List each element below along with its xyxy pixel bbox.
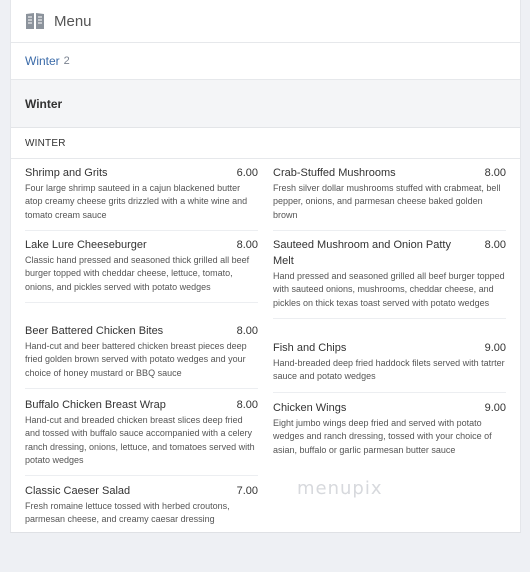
menu-item-price: 8.00 bbox=[484, 239, 506, 251]
book-icon bbox=[26, 13, 44, 29]
menu-item-description: Eight jumbo wings deep fried and served … bbox=[273, 418, 492, 455]
menu-item: Chicken Wings 9.00 Eight jumbo wings dee… bbox=[273, 400, 506, 465]
menu-item-description: Four large shrimp sauteed in a cajun bla… bbox=[25, 183, 248, 220]
menu-item-price: 6.00 bbox=[236, 167, 258, 179]
menu-item-price: 7.00 bbox=[236, 485, 258, 497]
menu-item: Buffalo Chicken Breast Wrap 8.00 Hand-cu… bbox=[25, 397, 258, 477]
section-subheader: WINTER bbox=[11, 128, 520, 159]
menu-item-price: 8.00 bbox=[236, 399, 258, 411]
menu-item-name: Beer Battered Chicken Bites bbox=[25, 325, 164, 337]
menu-item-description: Hand-cut and breaded chicken breast slic… bbox=[25, 415, 255, 465]
menu-item: Lake Lure Cheeseburger 8.00 Classic hand… bbox=[25, 237, 258, 303]
menu-item-name: Buffalo Chicken Breast Wrap bbox=[25, 399, 166, 411]
menu-item: Beer Battered Chicken Bites 8.00 Hand-cu… bbox=[25, 323, 258, 389]
menu-item-description: Fresh romaine lettuce tossed with herbed… bbox=[25, 501, 230, 525]
section-title: Winter bbox=[25, 96, 63, 111]
page-title: Menu bbox=[54, 12, 92, 30]
menu-item-name: Sauteed Mushroom and Onion Patty Melt bbox=[273, 239, 451, 267]
menu-item-price: 8.00 bbox=[236, 239, 258, 251]
watermark: menupix bbox=[297, 478, 383, 499]
menu-item-name: Classic Caeser Salad bbox=[25, 485, 131, 497]
menu-item-price: 9.00 bbox=[484, 402, 506, 414]
menu-item-description: Fresh silver dollar mushrooms stuffed wi… bbox=[273, 183, 501, 220]
menu-item: Shrimp and Grits 6.00 Four large shrimp … bbox=[25, 165, 258, 231]
menu-panel: Menu Winter 2 Winter WINTER Shrimp and G… bbox=[10, 0, 521, 533]
tab-winter-count: 2 bbox=[63, 55, 70, 67]
menu-item-description: Classic hand pressed and seasoned thick … bbox=[25, 255, 250, 292]
menu-item-description: Hand pressed and seasoned grilled all be… bbox=[273, 271, 505, 308]
menu-item-name: Crab-Stuffed Mushrooms bbox=[273, 167, 396, 179]
menu-item: Fish and Chips 9.00 Hand-breaded deep fr… bbox=[273, 340, 506, 393]
menu-item-price: 8.00 bbox=[236, 325, 258, 337]
menu-item-description: Hand-cut and beer battered chicken breas… bbox=[25, 341, 247, 378]
menu-item: Classic Caeser Salad 7.00 Fresh romaine … bbox=[25, 483, 258, 535]
section-subtitle: WINTER bbox=[25, 137, 66, 149]
menu-item-price: 8.00 bbox=[484, 167, 506, 179]
menu-item-name: Chicken Wings bbox=[273, 402, 347, 414]
menu-header: Menu bbox=[11, 0, 520, 43]
menu-item-description: Hand-breaded deep fried haddock filets s… bbox=[273, 358, 505, 382]
menu-item-name: Lake Lure Cheeseburger bbox=[25, 239, 147, 251]
menu-item-name: Shrimp and Grits bbox=[25, 167, 108, 179]
menu-item-price: 9.00 bbox=[484, 342, 506, 354]
menu-item-name: Fish and Chips bbox=[273, 342, 347, 354]
tab-winter[interactable]: Winter bbox=[25, 54, 60, 68]
menu-item: Sauteed Mushroom and Onion Patty Melt 8.… bbox=[273, 237, 506, 319]
menu-tabs: Winter 2 bbox=[11, 43, 520, 80]
menu-item: Crab-Stuffed Mushrooms 8.00 Fresh silver… bbox=[273, 165, 506, 231]
section-title-bar: Winter bbox=[11, 80, 520, 128]
